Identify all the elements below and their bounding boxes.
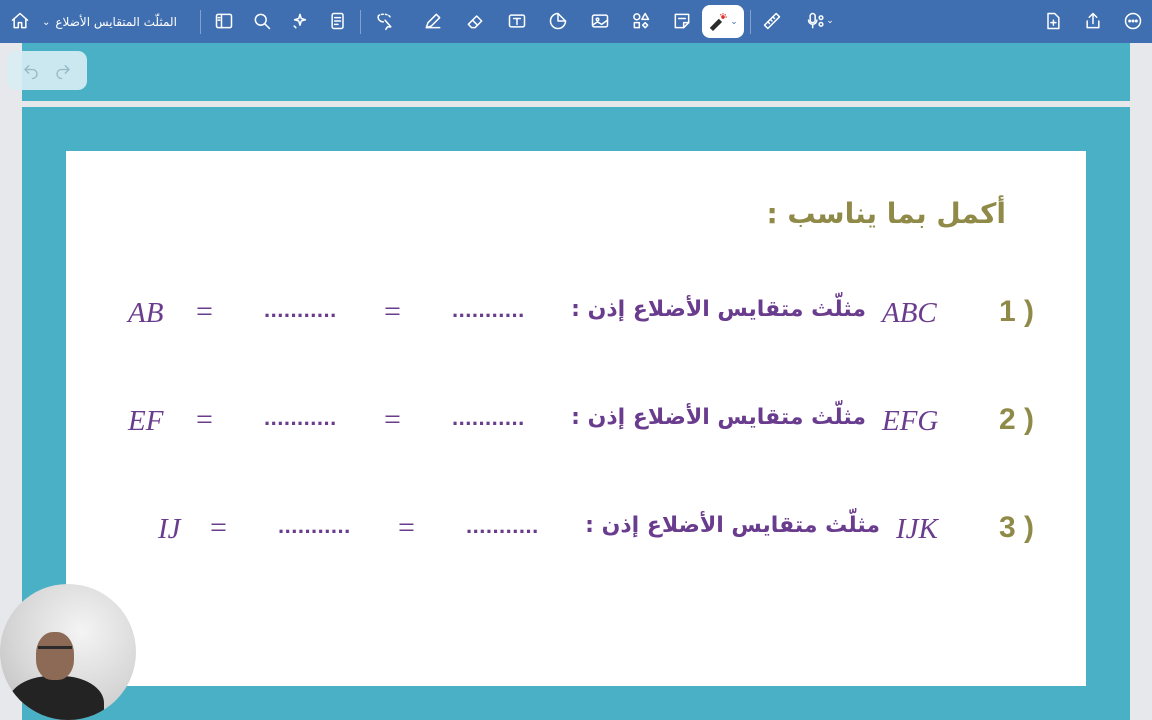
text-box-icon[interactable] [503, 7, 531, 35]
worksheet-slide: أكمل بما يناسب : 1 ) ABC مثلّث متقايس ال… [66, 151, 1086, 686]
side-name: AB [128, 297, 164, 329]
document-title: المثلّث المتقايس الأضلاع [55, 15, 177, 29]
ruler-icon[interactable] [758, 7, 786, 35]
sticker-icon[interactable] [544, 7, 572, 35]
triangle-name: ABC [882, 297, 937, 329]
equals-sign: = [384, 403, 401, 436]
pen-icon[interactable] [419, 7, 447, 35]
chevron-down-icon: ⌄ [730, 16, 738, 27]
chevron-down-icon: ⌄ [42, 16, 51, 28]
current-page: أكمل بما يناسب : 1 ) ABC مثلّث متقايس ال… [22, 107, 1130, 720]
laser-pointer-button[interactable]: ⌄ [702, 5, 744, 38]
statement-text: مثلّث متقايس الأضلاع إذن : [585, 513, 880, 538]
share-icon[interactable] [1079, 7, 1107, 35]
undo-redo-group [7, 51, 87, 90]
presenter-glasses [38, 646, 72, 653]
statement-text: مثلّث متقايس الأضلاع إذن : [571, 297, 866, 322]
equals-sign: = [210, 511, 227, 544]
redo-icon[interactable] [51, 59, 75, 83]
presenter-body [8, 676, 104, 720]
exercise-heading: أكمل بما يناسب : [766, 197, 1006, 230]
search-icon[interactable] [248, 7, 276, 35]
undo-icon[interactable] [19, 59, 43, 83]
page-template-icon[interactable] [324, 7, 352, 35]
triangle-name: EFG [882, 405, 939, 437]
ai-sparkle-icon[interactable] [286, 7, 314, 35]
side-name: EF [128, 405, 164, 437]
exercise-row-2: 2 ) EFG مثلّث متقايس الأضلاع إذن : .....… [66, 403, 1086, 443]
laser-pointer-icon [710, 12, 727, 31]
equals-sign: = [196, 295, 213, 328]
side-name: IJ [158, 513, 181, 545]
chevron-down-icon: ⌄ [826, 16, 834, 26]
row-number: 2 ) [998, 403, 1034, 436]
blank-dots: ........... [452, 297, 525, 322]
webcam-overlay[interactable] [0, 584, 136, 720]
blank-dots: ........... [466, 513, 539, 538]
sidebar-icon[interactable] [210, 7, 238, 35]
blank-dots: ........... [264, 297, 337, 322]
toolbar-divider [200, 10, 201, 34]
sticky-note-icon[interactable] [668, 7, 696, 35]
row-number: 3 ) [998, 511, 1034, 544]
exercise-row-1: 1 ) ABC مثلّث متقايس الأضلاع إذن : .....… [66, 295, 1086, 335]
previous-page [22, 43, 1130, 101]
more-icon[interactable] [1119, 7, 1147, 35]
document-title-dropdown[interactable]: ⌄ المثلّث المتقايس الأضلاع [42, 12, 177, 32]
blank-dots: ........... [452, 405, 525, 430]
home-icon[interactable] [6, 7, 34, 35]
shapes-icon[interactable] [627, 7, 655, 35]
equals-sign: = [384, 295, 401, 328]
image-icon[interactable] [586, 7, 614, 35]
exercise-row-3: 3 ) IJK مثلّث متقايس الأضلاع إذن : .....… [66, 511, 1086, 551]
lasso-select-icon[interactable] [371, 7, 399, 35]
blank-dots: ........... [264, 405, 337, 430]
equals-sign: = [398, 511, 415, 544]
microphone-icon[interactable]: ⌄ [800, 7, 840, 35]
presenter-head [36, 632, 74, 680]
row-number: 1 ) [998, 295, 1034, 328]
triangle-name: IJK [896, 513, 938, 545]
toolbar-divider [360, 10, 361, 34]
blank-dots: ........... [278, 513, 351, 538]
eraser-icon[interactable] [461, 7, 489, 35]
equals-sign: = [196, 403, 213, 436]
toolbar-divider [750, 10, 751, 34]
add-page-icon[interactable] [1039, 7, 1067, 35]
statement-text: مثلّث متقايس الأضلاع إذن : [571, 405, 866, 430]
top-toolbar: ⌄ المثلّث المتقايس الأضلاع ⌄ ⌄ [0, 0, 1152, 43]
